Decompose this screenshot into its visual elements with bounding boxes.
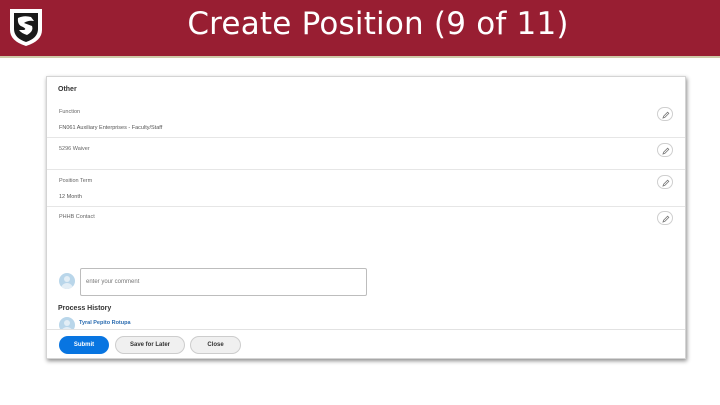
edit-5296-waiver-button[interactable] — [657, 143, 673, 157]
comment-input[interactable] — [80, 268, 367, 296]
divider — [47, 137, 685, 138]
field-label-phhb-contact: PHHB Contact — [59, 214, 95, 220]
process-history-title: Process History — [58, 305, 112, 312]
save-for-later-button[interactable]: Save for Later — [115, 336, 185, 354]
banner-accent-line — [0, 56, 720, 58]
field-label-position-term: Position Term — [59, 178, 93, 184]
divider — [47, 206, 685, 207]
section-title: Other — [58, 86, 77, 93]
edit-phhb-contact-button[interactable] — [657, 211, 673, 225]
edit-function-button[interactable] — [657, 107, 673, 121]
process-history-entry-name[interactable]: Tyral Pepito Rotupa — [79, 320, 131, 326]
field-label-5296-waiver: 5296 Waiver — [59, 146, 90, 152]
user-avatar-icon — [59, 273, 75, 289]
field-value-function: FN061 Auxiliary Enterprises - Faculty/St… — [59, 125, 163, 131]
field-label-function: Function — [59, 109, 81, 115]
pencil-icon — [662, 111, 670, 119]
form-screenshot: Other Function FN061 Auxiliary Enterpris… — [46, 76, 686, 359]
edit-position-term-button[interactable] — [657, 175, 673, 189]
divider — [47, 169, 685, 170]
pencil-icon — [662, 179, 670, 187]
slide-title: Create Position (9 of 11) — [187, 6, 569, 42]
submit-button[interactable]: Submit — [59, 336, 109, 354]
slide-banner: Create Position (9 of 11) — [0, 0, 720, 56]
pencil-icon — [662, 215, 670, 223]
field-value-position-term: 12 Month — [59, 194, 82, 200]
pencil-icon — [662, 147, 670, 155]
close-button[interactable]: Close — [190, 336, 241, 354]
